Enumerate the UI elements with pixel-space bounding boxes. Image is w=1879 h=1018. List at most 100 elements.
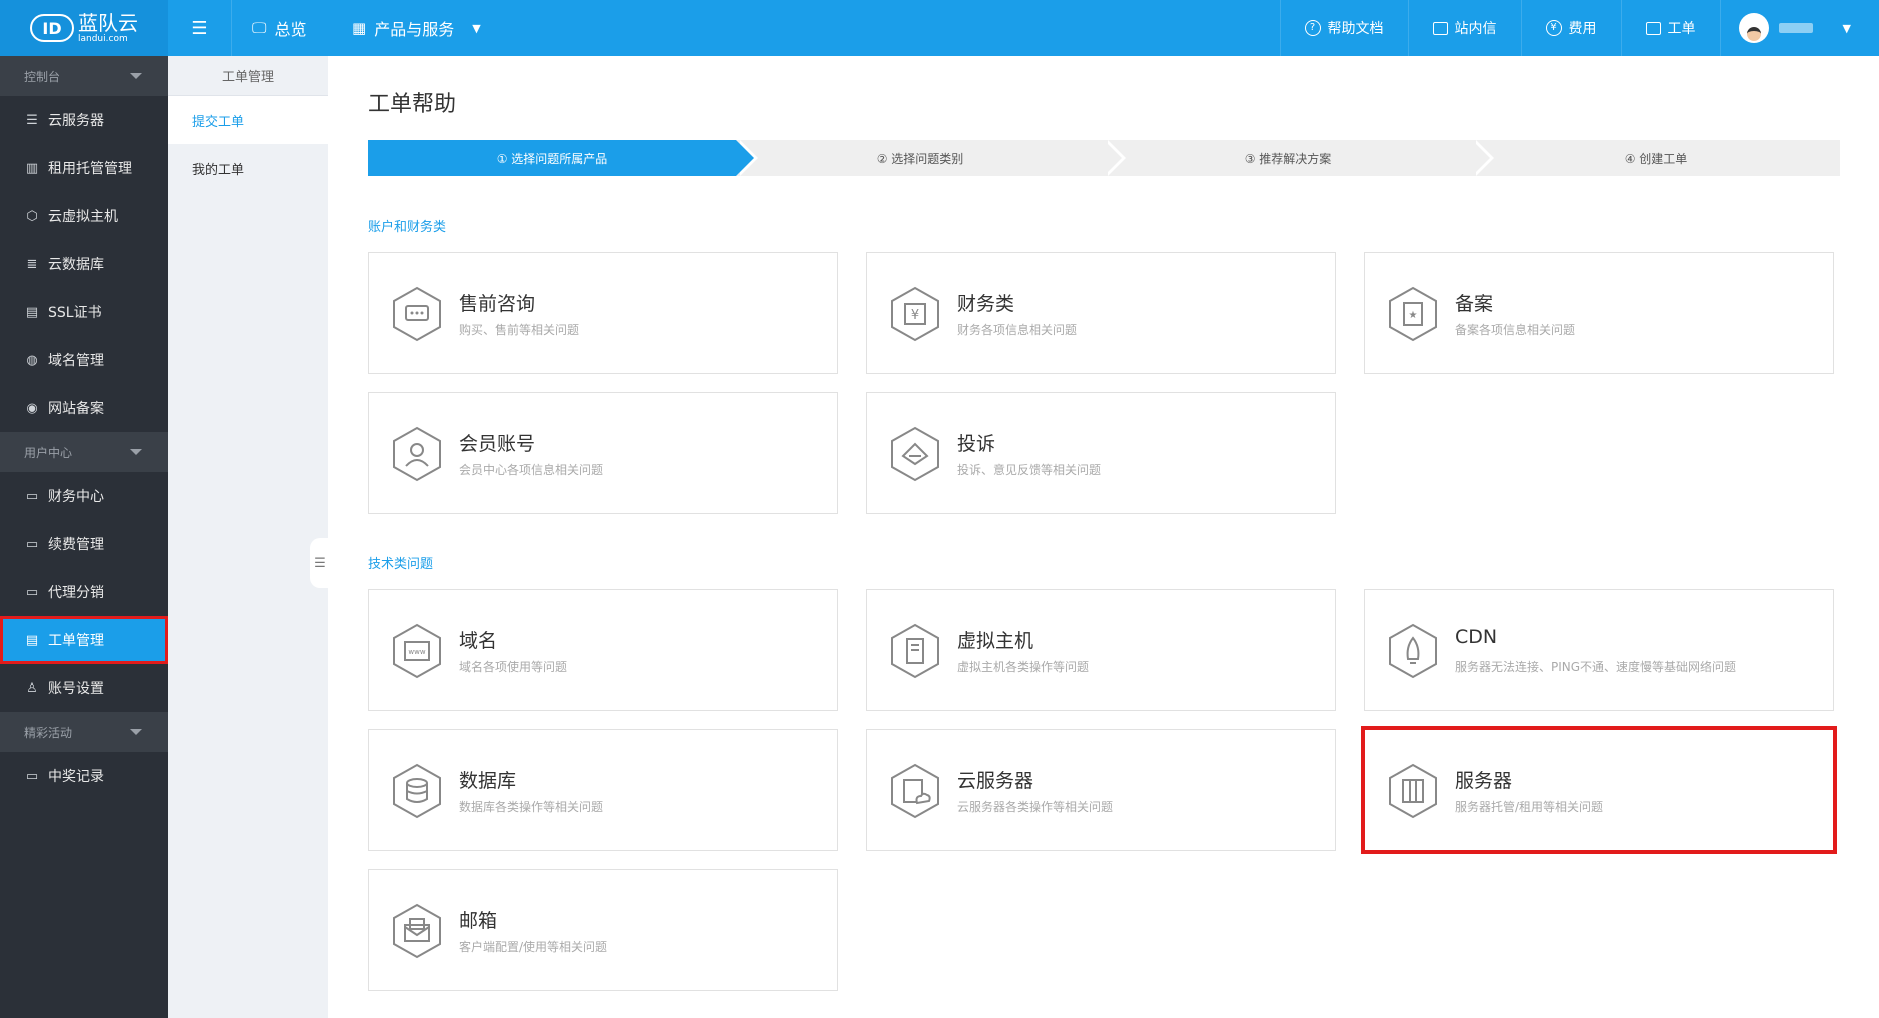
grid-icon: ▦ bbox=[352, 19, 367, 37]
nav-overview-label: 总览 bbox=[274, 20, 307, 39]
card-desc: 财务各项信息相关问题 bbox=[957, 323, 1078, 337]
database-icon bbox=[393, 763, 441, 819]
cube-icon: ⬡ bbox=[26, 208, 38, 224]
fees-link[interactable]: ¥ 费用 bbox=[1520, 0, 1621, 56]
host-icon bbox=[891, 623, 939, 679]
card-desc: 服务器无法连接、PING不通、速度慢等基础网络问题 bbox=[1455, 660, 1737, 674]
sidebar-group-user-center[interactable]: 用户中心 bbox=[0, 432, 168, 472]
sidebar-item-label: 续费管理 bbox=[48, 537, 104, 553]
card-desc: 域名各项使用等问题 bbox=[459, 660, 568, 674]
ticket-link[interactable]: 工单 bbox=[1620, 0, 1720, 56]
card-finance[interactable]: ¥ 财务类 财务各项信息相关问题 bbox=[866, 252, 1336, 374]
messages-link[interactable]: 站内信 bbox=[1407, 0, 1521, 56]
record-icon: ◉ bbox=[26, 400, 38, 416]
nav-products-label: 产品与服务 bbox=[374, 20, 455, 39]
card-icp-record[interactable]: ★ 备案 备案各项信息相关问题 bbox=[1364, 252, 1834, 374]
card-title: 虚拟主机 bbox=[957, 630, 1034, 652]
card-database[interactable]: 数据库 数据库各类操作等相关问题 bbox=[368, 729, 838, 851]
card-virtual-host[interactable]: 虚拟主机 虚拟主机各类操作等问题 bbox=[866, 589, 1336, 711]
logo-name: 蓝队云 bbox=[78, 10, 138, 35]
step-1: ① 选择问题所属产品 bbox=[368, 140, 758, 176]
server-icon: ☰ bbox=[26, 112, 38, 128]
sidebar-item-prizes[interactable]: ▭ 中奖记录 bbox=[0, 752, 168, 800]
section-title-technical: 技术类问题 bbox=[368, 557, 434, 572]
username-redacted bbox=[1778, 23, 1813, 33]
chat-icon bbox=[393, 286, 441, 342]
sidebar-group-label: 用户中心 bbox=[24, 445, 73, 460]
sidebar-group-console[interactable]: 控制台 bbox=[0, 56, 168, 96]
card-title: 备案 bbox=[1455, 293, 1494, 315]
caret-down-icon bbox=[130, 449, 142, 455]
sidebar-item-agent[interactable]: ▭ 代理分销 bbox=[0, 568, 168, 616]
card-mailbox[interactable]: 邮箱 客户端配置/使用等相关问题 bbox=[368, 869, 838, 991]
step-2: ② 选择问题类别 bbox=[736, 140, 1126, 176]
sidebar-item-ticket-management[interactable]: ▤ 工单管理 bbox=[0, 616, 168, 664]
page-title: 工单帮助 bbox=[368, 92, 457, 117]
logo[interactable]: ID 蓝队云 landui.com bbox=[0, 0, 168, 56]
card-complaint[interactable]: 投诉 投诉、意见反馈等相关问题 bbox=[866, 392, 1336, 514]
collapse-submenu-icon[interactable]: ☰ bbox=[310, 538, 330, 588]
sidebar-item-virtual-host[interactable]: ⬡ 云虚拟主机 bbox=[0, 192, 168, 240]
card-desc: 服务器托管/租用等相关问题 bbox=[1455, 800, 1604, 814]
www-icon: www bbox=[393, 623, 441, 679]
card-title: 服务器 bbox=[1455, 770, 1513, 792]
submenu-item-submit-ticket[interactable]: 提交工单 bbox=[168, 96, 328, 144]
card-domain[interactable]: www 域名 域名各项使用等问题 bbox=[368, 589, 838, 711]
sidebar-item-label: 网站备案 bbox=[48, 401, 104, 417]
sidebar-item-label: 云数据库 bbox=[48, 257, 104, 273]
user-menu[interactable]: ▼ bbox=[1719, 0, 1879, 56]
sidebar-item-domain[interactable]: ◍ 域名管理 bbox=[0, 336, 168, 384]
sidebar-item-label: SSL证书 bbox=[48, 305, 102, 321]
card-desc: 数据库各类操作等相关问题 bbox=[459, 800, 604, 814]
card-desc: 购买、售前等相关问题 bbox=[459, 323, 580, 337]
nav-products[interactable]: ▦ 产品与服务 ▼ bbox=[352, 0, 481, 56]
monitor-icon: 🖵 bbox=[252, 19, 267, 37]
submenu: 工单管理 提交工单 我的工单 bbox=[168, 56, 328, 1018]
sidebar: 控制台 ☰ 云服务器 ▥ 租用托管管理 ⬡ 云虚拟主机 ≣ 云数据库 ▤ SSL证书 ◍ 域… bbox=[0, 56, 168, 1018]
ticket-icon bbox=[1645, 21, 1661, 35]
card-cloud-server[interactable]: 云服务器 云服务器各类操作等相关问题 bbox=[866, 729, 1336, 851]
sidebar-group-activities[interactable]: 精彩活动 bbox=[0, 712, 168, 752]
help-docs-label: 帮助文档 bbox=[1327, 21, 1384, 37]
mail-icon bbox=[1432, 21, 1448, 35]
sidebar-group-label: 精彩活动 bbox=[24, 725, 73, 740]
menu-toggle-icon[interactable]: ☰ bbox=[168, 0, 232, 56]
logo-domain: landui.com bbox=[78, 33, 128, 44]
card-cdn[interactable]: CDN 服务器无法连接、PING不通、速度慢等基础网络问题 bbox=[1364, 589, 1834, 711]
yen-icon: ¥ bbox=[1545, 20, 1562, 36]
card-desc: 投诉、意见反馈等相关问题 bbox=[957, 463, 1102, 477]
sidebar-item-account[interactable]: ♙ 账号设置 bbox=[0, 664, 168, 712]
sidebar-item-label: 代理分销 bbox=[48, 585, 104, 601]
chevron-down-icon: ▼ bbox=[1842, 21, 1851, 35]
cloud-logo-icon: ID bbox=[30, 14, 74, 42]
sidebar-item-icp[interactable]: ◉ 网站备案 bbox=[0, 384, 168, 432]
submenu-item-my-tickets[interactable]: 我的工单 bbox=[168, 144, 328, 192]
svg-text:¥: ¥ bbox=[911, 308, 919, 323]
card-member-account[interactable]: 会员账号 会员中心各项信息相关问题 bbox=[368, 392, 838, 514]
sidebar-item-ssl[interactable]: ▤ SSL证书 bbox=[0, 288, 168, 336]
nav-overview[interactable]: 🖵 总览 bbox=[252, 0, 306, 56]
fees-label: 费用 bbox=[1568, 21, 1597, 37]
sidebar-item-hosting[interactable]: ▥ 租用托管管理 bbox=[0, 144, 168, 192]
sidebar-item-label: 中奖记录 bbox=[48, 769, 104, 785]
card-presales[interactable]: 售前咨询 购买、售前等相关问题 bbox=[368, 252, 838, 374]
card-title: CDN bbox=[1455, 626, 1498, 648]
agent-icon: ▭ bbox=[25, 584, 39, 600]
card-server[interactable]: 服务器 服务器托管/租用等相关问题 bbox=[1361, 726, 1837, 854]
sidebar-item-database[interactable]: ≣ 云数据库 bbox=[0, 240, 168, 288]
help-docs-link[interactable]: ? 帮助文档 bbox=[1279, 0, 1408, 56]
sidebar-item-cloud-server[interactable]: ☰ 云服务器 bbox=[0, 96, 168, 144]
complaint-icon bbox=[891, 426, 939, 482]
card-title: 投诉 bbox=[957, 433, 996, 455]
caret-down-icon bbox=[130, 73, 142, 79]
card-title: 售前咨询 bbox=[459, 293, 536, 315]
sidebar-item-renew[interactable]: ▭ 续费管理 bbox=[0, 520, 168, 568]
sidebar-item-finance[interactable]: ▭ 财务中心 bbox=[0, 472, 168, 520]
finance-icon: ▭ bbox=[25, 488, 39, 504]
sidebar-item-label: 云虚拟主机 bbox=[48, 209, 118, 225]
sidebar-item-label: 财务中心 bbox=[48, 489, 104, 505]
card-desc: 云服务器各类操作等相关问题 bbox=[957, 800, 1114, 814]
sidebar-item-label: 工单管理 bbox=[48, 633, 104, 649]
avatar bbox=[1738, 13, 1769, 43]
globe-icon: ◍ bbox=[26, 352, 38, 368]
